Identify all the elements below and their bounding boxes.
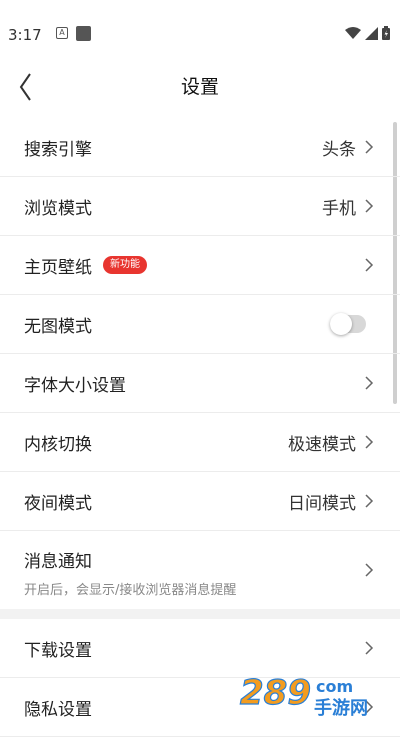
wifi-icon — [345, 26, 361, 39]
setting-label: 夜间模式 — [24, 493, 92, 514]
setting-value: 头条 — [322, 139, 356, 160]
chevron-right-icon — [365, 258, 374, 272]
setting-label: 搜索引擎 — [24, 139, 92, 160]
square-icon — [76, 26, 91, 41]
setting-notifications[interactable]: 消息通知 开启后，会显示/接收浏览器消息提醒 — [0, 531, 400, 609]
setting-label: 无图模式 — [24, 316, 92, 337]
a-box-icon: A — [56, 27, 68, 39]
signal-icon — [365, 26, 378, 40]
setting-kernel-switch[interactable]: 内核切换 极速模式 — [0, 413, 400, 472]
setting-no-image-mode: 无图模式 — [0, 295, 400, 354]
watermark-logo: 289 com 手游网 — [239, 672, 368, 719]
page-title: 设置 — [180, 76, 219, 98]
setting-font-size[interactable]: 字体大小设置 — [0, 354, 400, 413]
toggle-knob — [330, 313, 352, 335]
status-indicators — [345, 26, 390, 40]
setting-label: 字体大小设置 — [24, 375, 126, 396]
chevron-right-icon — [365, 199, 374, 213]
setting-label: 浏览模式 — [24, 198, 92, 219]
chevron-right-icon — [365, 376, 374, 390]
setting-value: 极速模式 — [288, 434, 356, 455]
section-divider — [0, 609, 400, 619]
setting-description: 开启后，会显示/接收浏览器消息提醒 — [24, 583, 237, 598]
setting-label: 消息通知 — [24, 552, 92, 572]
watermark-domain: com — [316, 677, 353, 696]
setting-label: 内核切换 — [24, 434, 92, 455]
watermark-text: 手游网 — [314, 697, 368, 719]
settings-list: 搜索引擎 头条 浏览模式 手机 主页壁纸 新功能 无图模式 字体大小设置 内核切… — [0, 118, 400, 737]
setting-wallpaper[interactable]: 主页壁纸 新功能 — [0, 236, 400, 295]
status-time: 3:17 — [8, 26, 42, 44]
chevron-right-icon — [365, 563, 374, 577]
top-bar: 设置 — [0, 64, 400, 120]
watermark-digits: 289 — [240, 673, 311, 713]
chevron-right-icon — [365, 140, 374, 154]
status-bar: 3:17 A — [0, 0, 400, 64]
chevron-right-icon — [365, 435, 374, 449]
setting-label: 下载设置 — [24, 640, 92, 661]
chevron-right-icon — [365, 641, 374, 655]
battery-icon — [382, 26, 390, 40]
setting-label: 主页壁纸 — [24, 257, 92, 278]
setting-label: 隐私设置 — [24, 699, 92, 720]
setting-search-engine[interactable]: 搜索引擎 头条 — [0, 118, 400, 177]
setting-night-mode[interactable]: 夜间模式 日间模式 — [0, 472, 400, 531]
no-image-toggle[interactable] — [330, 313, 366, 335]
chevron-right-icon — [365, 494, 374, 508]
setting-value: 手机 — [322, 198, 356, 219]
setting-value: 日间模式 — [288, 493, 356, 514]
new-feature-badge: 新功能 — [103, 256, 147, 274]
setting-browse-mode[interactable]: 浏览模式 手机 — [0, 177, 400, 236]
